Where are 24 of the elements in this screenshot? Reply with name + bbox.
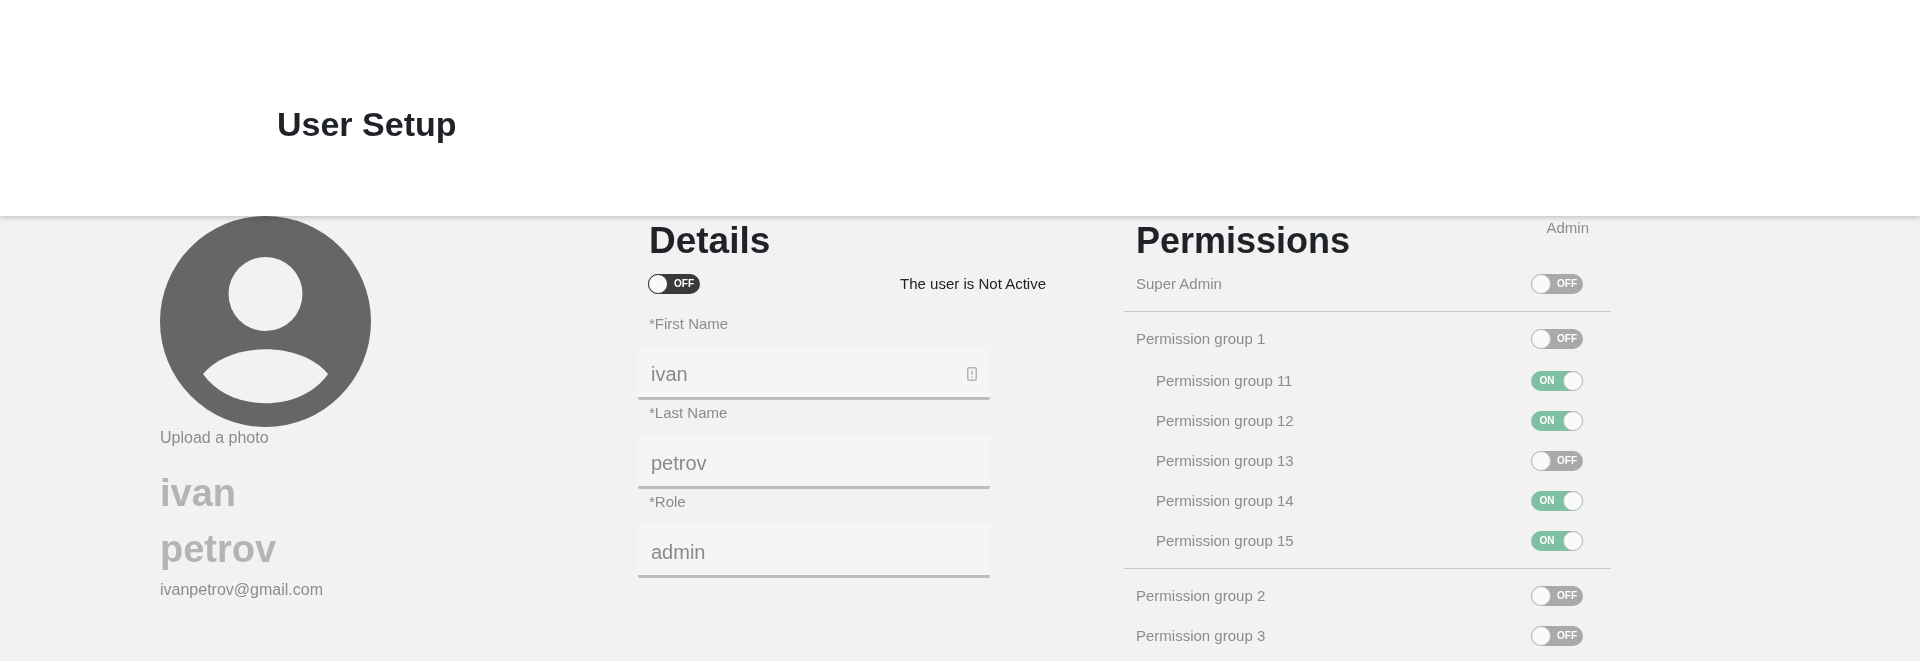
field-label: *First Name — [648, 314, 729, 334]
page-title: User Setup — [277, 104, 457, 144]
toggle-switch[interactable]: OFF — [648, 274, 700, 294]
permission-label: Permission group 15 — [1155, 530, 1294, 551]
column-label: Admin — [1546, 218, 1589, 238]
permission-label: Permission group 12 — [1155, 410, 1294, 431]
permission-label: Permission group 2 — [1135, 585, 1266, 606]
first-name-text: ivan — [160, 471, 237, 516]
section-title: Permissions — [1135, 219, 1351, 263]
status-text: The user is Not Active — [900, 274, 1046, 294]
exclamation-icon — [967, 366, 977, 381]
section-title: Details — [648, 219, 771, 263]
permission-label: Permission group 3 — [1135, 625, 1266, 646]
field-label: *Role — [648, 492, 686, 512]
permission-label: Permission group 1 — [1135, 328, 1266, 349]
permission-label: Permission group 13 — [1155, 450, 1294, 471]
permission-label: Permission group 14 — [1155, 490, 1294, 511]
email-text: ivanpetrov@gmail.com — [160, 580, 323, 600]
user-avatar-icon — [160, 216, 371, 427]
permission-label: Permission group 11 — [1155, 370, 1293, 391]
last-name-text: petrov — [160, 527, 277, 572]
upload-photo-link[interactable]: Upload a photo — [160, 428, 269, 448]
field-label: *Last Name — [648, 403, 728, 423]
permission-label: Super Admin — [1135, 273, 1222, 294]
